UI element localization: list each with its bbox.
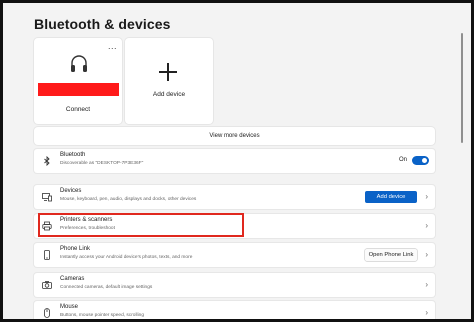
mouse-row[interactable]: Mouse Buttons, mouse pointer speed, scro…	[34, 301, 435, 319]
redacted-device-name	[38, 83, 119, 96]
devices-title: Devices	[60, 188, 82, 194]
open-phone-link-button[interactable]: Open Phone Link	[365, 249, 417, 261]
device-card[interactable]: ... Connect	[34, 38, 122, 124]
connect-link[interactable]: Connect	[34, 106, 122, 113]
bluetooth-subtitle: Discoverable as "DESKTOP-7P3E36F"	[60, 161, 144, 166]
mouse-subtitle: Buttons, mouse pointer speed, scrolling	[60, 313, 144, 318]
chevron-right-icon: ›	[425, 192, 428, 201]
phone-link-row[interactable]: Phone Link Instantly access your Android…	[34, 243, 435, 267]
devices-subtitle: Mouse, keyboard, pen, audio, displays an…	[60, 197, 197, 202]
printers-scanners-row[interactable]: Printers & scanners Preferences, trouble…	[34, 214, 435, 238]
bluetooth-state-label: On	[398, 157, 407, 163]
add-device-card[interactable]: Add device	[125, 38, 213, 124]
printers-title: Printers & scanners	[60, 217, 113, 223]
phone-link-title: Phone Link	[60, 246, 91, 252]
phone-icon	[44, 250, 50, 260]
mouse-icon	[44, 308, 50, 318]
bluetooth-row: Bluetooth Discoverable as "DESKTOP-7P3E3…	[34, 149, 435, 173]
view-more-devices-button[interactable]: View more devices	[34, 127, 435, 145]
chevron-right-icon: ›	[425, 250, 428, 259]
devices-row[interactable]: Devices Mouse, keyboard, pen, audio, dis…	[34, 185, 435, 209]
cameras-subtitle: Connected cameras, default image setting…	[60, 285, 153, 290]
add-device-label: Add device	[152, 91, 186, 98]
camera-icon	[42, 281, 52, 289]
printers-subtitle: Preferences, troubleshoot	[60, 226, 115, 231]
printer-icon	[42, 221, 52, 231]
bluetooth-toggle[interactable]	[412, 156, 429, 165]
chevron-right-icon: ›	[425, 280, 428, 289]
settings-window: Bluetooth & devices ... Connect Add devi…	[0, 0, 474, 322]
more-options-icon[interactable]: ...	[108, 41, 117, 51]
bluetooth-icon	[44, 156, 50, 166]
plus-icon	[159, 63, 177, 81]
cameras-row[interactable]: Cameras Connected cameras, default image…	[34, 273, 435, 297]
chevron-right-icon: ›	[425, 308, 428, 317]
bluetooth-title: Bluetooth	[60, 152, 86, 158]
phone-link-subtitle: Instantly access your Android device's p…	[60, 255, 193, 260]
headphones-icon	[71, 55, 87, 72]
mouse-title: Mouse	[60, 304, 79, 310]
chevron-right-icon: ›	[425, 221, 428, 230]
add-device-button[interactable]: Add device	[365, 191, 417, 203]
devices-icon	[42, 193, 52, 202]
scrollbar[interactable]	[461, 33, 463, 143]
page-title: Bluetooth & devices	[34, 16, 171, 32]
cameras-title: Cameras	[60, 276, 85, 282]
